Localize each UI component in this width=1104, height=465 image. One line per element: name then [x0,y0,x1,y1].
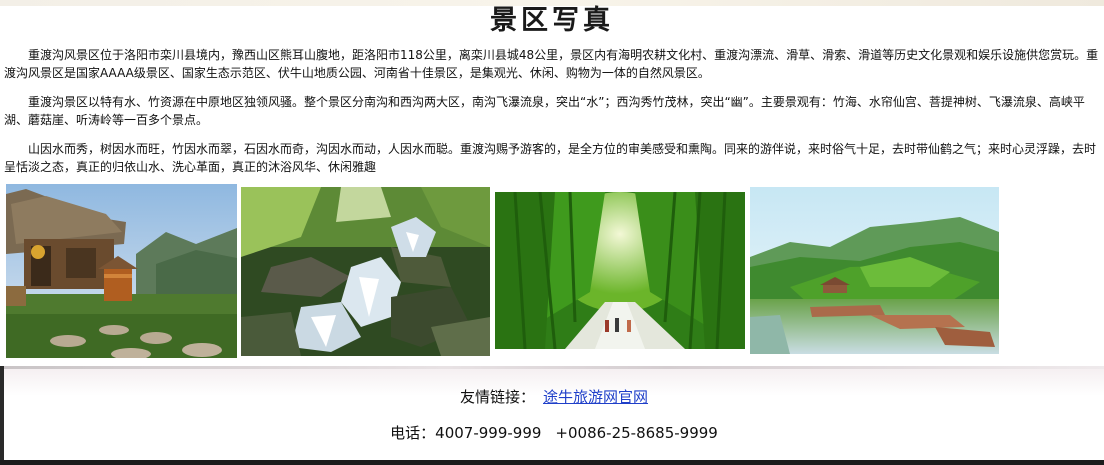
intro-paragraph-1: 重渡沟风景区位于洛阳市栾川县境内，豫西山区熊耳山腹地，距洛阳市118公里，离栾川… [4,48,1099,80]
photo-gallery [0,182,1104,360]
phone-number-intl: +0086-25-8685-9999 [555,424,718,442]
friendly-links-label: 友情链接： [459,388,535,406]
contact-phone-row: 电话：4007-999-999 +0086-25-8685-9999 [4,422,1104,444]
photo-lake-pavilion [750,187,999,354]
tuniu-link[interactable]: 途牛旅游网官网 [543,388,648,406]
bottom-bar [0,460,1104,465]
phone-number: 电话：4007-999-999 [390,424,542,442]
footer: 友情链接： 途牛旅游网官网 电话：4007-999-999 +0086-25-868… [0,366,1104,460]
page: 景区写真 重渡沟风景区位于洛阳市栾川县境内，豫西山区熊耳山腹地，距洛阳市118公… [0,0,1104,465]
intro-paragraph-2: 重渡沟景区以特有水、竹资源在中原地区独领风骚。整个景区分南沟和西沟两大区，南沟飞… [4,95,1085,127]
intro-section: 重渡沟风景区位于洛阳市栾川县境内，豫西山区熊耳山腹地，距洛阳市118公里，离栾川… [4,46,1102,187]
photo-thatched-hut [6,184,237,358]
friendly-links-row: 友情链接： 途牛旅游网官网 [4,386,1104,408]
photo-waterfall [241,187,490,356]
photo-bamboo-path [495,192,745,349]
intro-paragraph-3: 山因水而秀，树因水而旺，竹因水而翠，石因水而奇，沟因水而动，人因水而聪。重渡沟赐… [4,142,1097,174]
footer-divider [4,366,1104,369]
footer-background [4,366,1104,460]
page-title: 景区写真 [490,5,614,36]
